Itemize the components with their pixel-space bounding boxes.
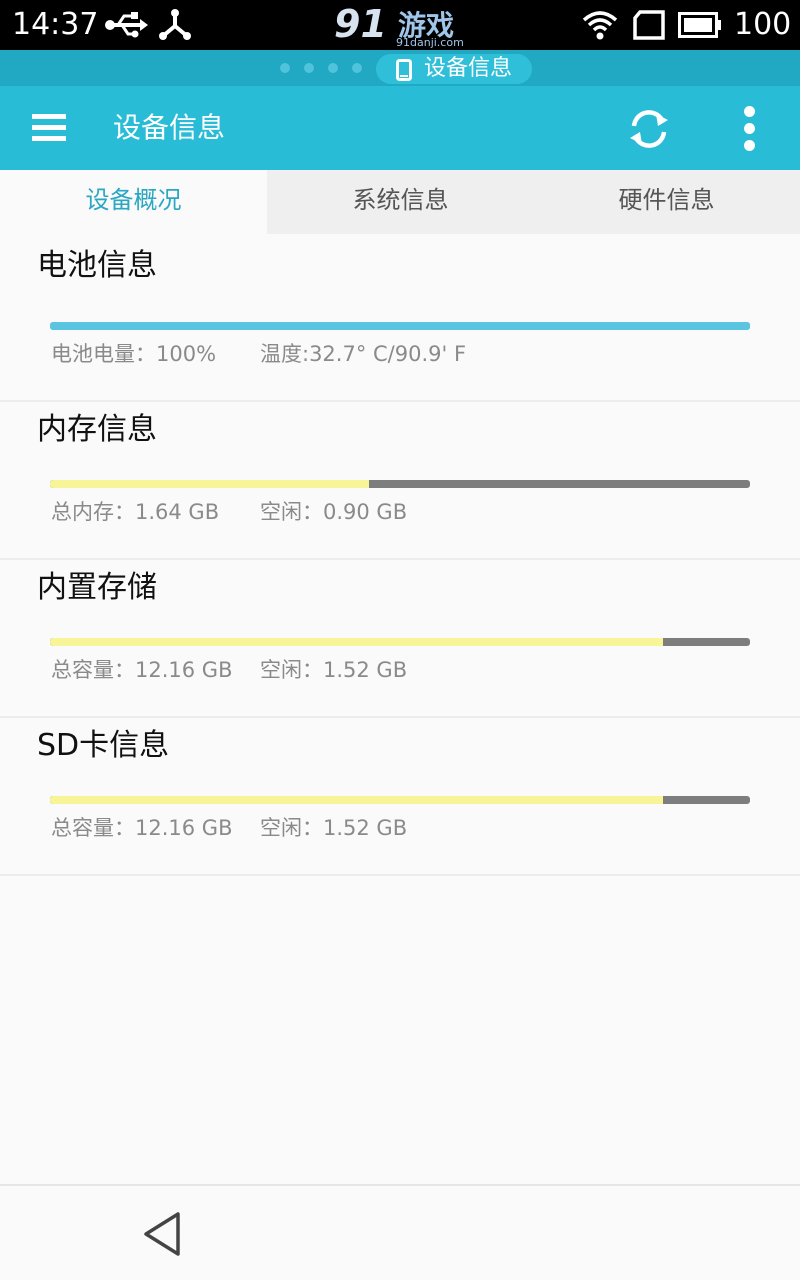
refresh-button[interactable] [626,106,672,152]
floating-page-indicator: 设备信息 [0,50,800,86]
section-battery: 电池信息 电池电量：100% 温度:32.7° C/90.9' F [0,244,800,402]
more-icon [744,140,755,151]
watermark-logo: 91 游戏 91danji.com [334,2,474,50]
more-options-button[interactable] [730,104,770,152]
menu-button[interactable] [28,108,72,148]
section-internal-storage: 内置存储 总容量：12.16 GB 空闲：1.52 GB [0,560,800,718]
memory-usage-bar [50,480,750,488]
internal-storage-free-text: 空闲：1.52 GB [260,658,408,682]
back-icon [144,1212,180,1256]
sd-card-bar [50,796,750,804]
more-icon [744,123,755,134]
watermark-subtext: 91danji.com [396,36,464,49]
section-title: SD卡信息 [37,728,170,763]
memory-usage-bar-fill [50,480,370,488]
floating-indicator-label: 设备信息 [424,56,513,81]
page-dot [328,63,338,73]
refresh-icon [630,110,668,148]
page-dot [304,63,314,73]
wifi-icon [582,11,618,40]
battery-level-bar-fill [50,322,750,330]
battery-icon [678,12,721,38]
tab-device-overview[interactable]: 设备概况 [0,170,267,234]
section-sd-card: SD卡信息 总容量：12.16 GB 空闲：1.52 GB [0,718,800,876]
battery-charge-text: 电池电量：100% [51,342,217,366]
memory-free-text: 空闲：0.90 GB [260,500,408,524]
section-title: 电池信息 [37,248,157,283]
page-dot [352,63,362,73]
phone-icon [396,59,412,81]
status-time: 14:37 [12,7,99,42]
internal-storage-total-text: 总容量：12.16 GB [51,658,233,682]
tab-system-info[interactable]: 系统信息 [267,170,534,234]
section-title: 内置存储 [37,570,157,605]
app-bar: 设备信息 [0,86,800,170]
menu-icon [32,136,66,141]
sim-icon [633,10,665,40]
menu-icon [32,125,66,130]
battery-level-bar [50,322,750,330]
status-bar: 14:37 91 游戏 91danji.com 100 [0,0,800,50]
back-button[interactable] [140,1210,186,1258]
sd-card-total-text: 总容量：12.16 GB [51,816,233,840]
sd-card-free-text: 空闲：1.52 GB [260,816,408,840]
watermark-number: 91 [334,2,387,46]
internal-storage-bar [50,638,750,646]
page-dot [280,63,290,73]
tab-bar: 设备概况 系统信息 硬件信息 [0,170,800,234]
internal-storage-bar-fill [50,638,664,646]
memory-total-text: 总内存：1.64 GB [51,500,220,524]
floating-indicator-pill[interactable]: 设备信息 [376,54,532,84]
menu-icon [32,114,66,119]
section-memory: 内存信息 总内存：1.64 GB 空闲：0.90 GB [0,402,800,560]
more-icon [744,106,755,117]
battery-temperature-text: 温度:32.7° C/90.9' F [260,342,467,366]
tether-icon [159,9,191,40]
navigation-bar [0,1184,800,1280]
app-title: 设备信息 [113,111,226,144]
section-title: 内存信息 [37,412,157,447]
tab-hardware-info[interactable]: 硬件信息 [533,170,800,234]
usb-icon [105,12,148,38]
battery-level-text: 100 [734,7,792,42]
sd-card-bar-fill [50,796,664,804]
